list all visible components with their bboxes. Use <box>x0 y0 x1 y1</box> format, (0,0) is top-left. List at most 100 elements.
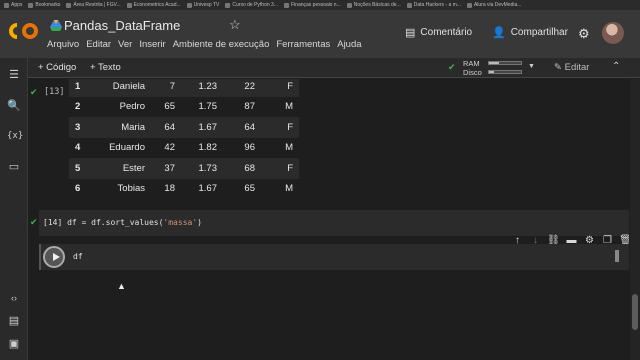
favicon-icon <box>66 2 72 8</box>
table-cell: 1.82 <box>181 137 223 158</box>
bookmark-icon <box>28 2 34 8</box>
menu-ajuda[interactable]: Ajuda <box>337 39 361 50</box>
ram-bar <box>488 61 522 65</box>
scroll-thumb[interactable] <box>632 294 638 330</box>
check-icon: ✔ <box>448 62 456 72</box>
run-button[interactable] <box>43 246 65 268</box>
bookmark-python[interactable]: Curso de Python 3... <box>225 2 278 8</box>
table-cell: 64 <box>223 117 261 138</box>
command-palette-icon[interactable]: ▤ <box>7 314 21 328</box>
table-cell: 87 <box>223 96 261 117</box>
menu-editar[interactable]: Editar <box>86 39 111 50</box>
share-button[interactable]: 👤 Compartilhar <box>492 26 568 39</box>
table-cell: Maria <box>89 117 151 138</box>
disk-bar-fill <box>489 71 494 73</box>
menu-inserir[interactable]: Inserir <box>139 39 165 50</box>
bookmark-fgv[interactable]: Área Restrita | FGV... <box>66 2 121 8</box>
table-cell: 65 <box>223 178 261 199</box>
menu-ver[interactable]: Ver <box>118 39 132 50</box>
add-code-button[interactable]: + Código <box>38 62 76 73</box>
table-cell: Pedro <box>89 96 151 117</box>
resource-monitor[interactable]: ✔ RAM Disco ▼ <box>448 59 538 77</box>
notebook-title[interactable]: Pandas_DataFrame <box>64 18 180 33</box>
menu-arquivo[interactable]: Arquivo <box>47 39 79 50</box>
notebook-scrollbar[interactable] <box>630 79 640 360</box>
row-index: 3 <box>69 117 89 138</box>
table-row: 2 Pedro 65 1.75 87 M <box>69 96 299 117</box>
table-cell: F <box>261 79 299 97</box>
favicon-icon <box>406 2 412 8</box>
cell-scrollbar[interactable] <box>615 250 619 262</box>
bookmark-financas[interactable]: Finanças pessoais n... <box>284 2 341 8</box>
execution-count: [13] <box>44 87 65 97</box>
table-cell: M <box>261 96 299 117</box>
table-cell: 1.73 <box>181 158 223 179</box>
disk-bar <box>488 70 522 74</box>
chevron-down-icon[interactable]: ▼ <box>528 63 535 70</box>
table-cell: 18 <box>151 178 181 199</box>
avatar[interactable] <box>602 22 624 44</box>
favicon-icon <box>466 2 472 8</box>
chevron-up-icon[interactable]: ⌃ <box>612 61 620 72</box>
bookmark-univesp[interactable]: Univesp TV <box>186 2 219 8</box>
row-index: 4 <box>69 137 89 158</box>
search-icon[interactable]: 🔍 <box>7 99 21 113</box>
favicon-icon <box>126 2 132 8</box>
active-code-cell[interactable]: df <box>39 244 629 270</box>
share-icon: 👤 <box>492 27 506 39</box>
row-index: 5 <box>69 158 89 179</box>
table-cell: M <box>261 178 299 199</box>
ram-label: RAM <box>463 59 480 68</box>
add-text-button[interactable]: + Texto <box>90 62 121 73</box>
bookmark-econometrics[interactable]: Econometrics Acad... <box>126 2 181 8</box>
comment-button[interactable]: ▤ Comentário <box>405 26 472 39</box>
ram-bar-fill <box>489 62 499 64</box>
disk-label: Disco <box>463 68 482 77</box>
bookmark-datahackers[interactable]: Data Hackers - a m... <box>406 2 461 8</box>
check-icon: ✔ <box>30 217 38 227</box>
apps-icon <box>4 2 9 8</box>
edit-button[interactable]: ✎ Editar <box>554 62 589 73</box>
code-cell[interactable]: [14] df = df.sort_values('massa') <box>39 210 629 236</box>
table-cell: Eduardo <box>89 137 151 158</box>
terminal-icon[interactable]: ▣ <box>7 337 21 351</box>
menu-ferramentas[interactable]: Ferramentas <box>276 39 330 50</box>
row-index: 1 <box>69 79 89 97</box>
table-row: 3 Maria 64 1.67 64 F <box>69 117 299 138</box>
table-cell: 1.75 <box>181 96 223 117</box>
table-cell: 1.67 <box>181 117 223 138</box>
table-row: 4 Eduardo 42 1.82 96 M <box>69 137 299 158</box>
bookmark-alura[interactable]: Alura via DevMedia... <box>466 2 521 8</box>
drive-icon[interactable] <box>50 20 62 31</box>
check-icon: ✔ <box>30 87 38 97</box>
bookmark-nocoes[interactable]: Noções Básicas de... <box>346 2 401 8</box>
code-line[interactable]: [14] df = df.sort_values('massa') <box>43 218 202 227</box>
favicon-icon <box>284 2 289 8</box>
variables-icon[interactable]: {x} <box>7 129 23 143</box>
bookmark-apps[interactable]: Apps <box>4 2 22 8</box>
dataframe-output: 1 Daniela 7 1.23 22 F 2 Pedro 65 1.75 87 M 3 Maria 64 1… <box>69 79 299 199</box>
table-cell: F <box>261 117 299 138</box>
menu-bar: Arquivo Editar Ver Inserir Ambiente de e… <box>47 39 362 50</box>
code-snippets-icon[interactable]: ‹› <box>7 291 21 305</box>
table-cell: 65 <box>151 96 181 117</box>
table-cell: 1.67 <box>181 178 223 199</box>
row-index: 2 <box>69 96 89 117</box>
table-cell: 22 <box>223 79 261 97</box>
star-icon[interactable]: ☆ <box>229 17 241 33</box>
bookmarks-bar: Apps Bookmarks Área Restrita | FGV... Ec… <box>0 0 640 10</box>
table-cell: Daniela <box>89 79 151 97</box>
table-cell: 64 <box>151 117 181 138</box>
colab-logo[interactable] <box>8 22 40 40</box>
gear-icon[interactable]: ⚙ <box>578 26 590 42</box>
toc-icon[interactable]: ☰ <box>7 68 21 82</box>
menu-ambiente[interactable]: Ambiente de execução <box>173 39 270 50</box>
table-cell: 7 <box>151 79 181 97</box>
table-cell: 42 <box>151 137 181 158</box>
code-line[interactable]: df <box>73 252 83 261</box>
notebook-main: ✔ [13] 1 Daniela 7 1.23 22 F 2 Pedro 65 1.75 87 M 3 M… <box>29 79 629 360</box>
bookmark-bookmarks[interactable]: Bookmarks <box>28 2 60 8</box>
table-cell: F <box>261 158 299 179</box>
table-cell: 96 <box>223 137 261 158</box>
folder-icon[interactable]: ▭ <box>7 160 21 174</box>
